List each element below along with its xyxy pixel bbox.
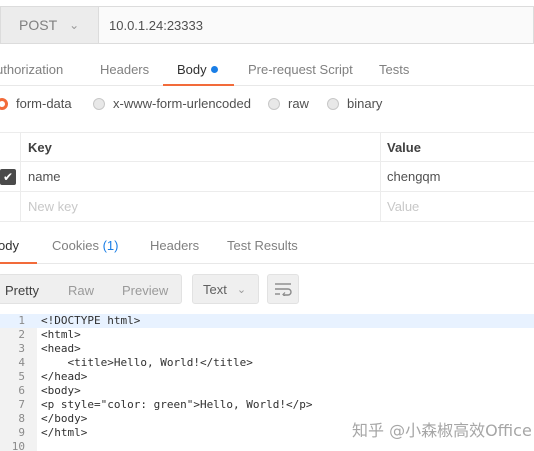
- tab-authorization[interactable]: uthorization: [0, 62, 63, 77]
- response-tabs: ody Cookies (1) Headers Test Results: [0, 224, 534, 264]
- column-value: Value: [387, 140, 421, 155]
- cookie-count: (1): [102, 238, 119, 253]
- value-cell[interactable]: chengqm: [387, 169, 440, 184]
- chevron-down-icon: ⌄: [236, 283, 247, 296]
- tab-pre-request-script[interactable]: Pre-request Script: [248, 62, 353, 77]
- url-value: 10.0.1.24:23333: [109, 17, 203, 33]
- mode-x-www-form-urlencoded[interactable]: x-www-form-urlencoded: [93, 96, 251, 111]
- chevron-down-icon: ⌄: [69, 18, 80, 32]
- format-select[interactable]: Text ⌄: [192, 274, 259, 304]
- key-cell[interactable]: name: [28, 169, 61, 184]
- view-pretty[interactable]: Pretty: [5, 283, 39, 298]
- wrap-lines-button[interactable]: [267, 274, 299, 304]
- mode-form-data[interactable]: form-data: [0, 96, 72, 111]
- code-line: 3 <head>: [18, 342, 81, 355]
- body-mode-options: form-data x-www-form-urlencoded raw bina…: [0, 96, 534, 116]
- new-value-input[interactable]: Value: [387, 199, 419, 214]
- code-line: 4 <title>Hello, World!</title>: [18, 356, 253, 369]
- new-key-input[interactable]: New key: [28, 199, 78, 214]
- table-row-new: New key Value: [0, 192, 534, 222]
- code-line: 1 <!DOCTYPE html>: [0, 314, 534, 328]
- code-line: 2 <html>: [18, 328, 81, 341]
- radio-selected-icon[interactable]: [0, 97, 8, 110]
- mode-binary[interactable]: binary: [327, 96, 382, 111]
- radio-icon[interactable]: [268, 97, 280, 110]
- watermark-text: 知乎 @小森椒高效Office: [352, 421, 532, 440]
- table-header: Key Value: [0, 132, 534, 163]
- response-toolbar: Pretty Raw Preview Text ⌄: [0, 274, 534, 304]
- view-raw[interactable]: Raw: [68, 283, 94, 298]
- format-label: Text: [203, 281, 227, 297]
- tab-headers[interactable]: Headers: [100, 62, 149, 77]
- mode-raw[interactable]: raw: [268, 96, 309, 111]
- code-line: 10: [11, 440, 25, 451]
- table-row: ✔ name chengqm: [0, 162, 534, 192]
- method-select[interactable]: POST ⌄: [0, 6, 99, 44]
- view-mode-group: Pretty Raw Preview: [0, 274, 182, 304]
- tab-tests[interactable]: Tests: [379, 62, 409, 77]
- tab-response-body[interactable]: ody: [0, 238, 19, 253]
- method-label: POST: [19, 17, 58, 33]
- code-line: 7 <p style="color: green">Hello, World!</…: [18, 398, 313, 411]
- view-preview[interactable]: Preview: [122, 283, 168, 298]
- tab-body[interactable]: Body: [177, 62, 218, 77]
- tab-test-results[interactable]: Test Results: [227, 238, 298, 253]
- tab-response-headers[interactable]: Headers: [150, 238, 199, 253]
- code-line: 5 </head>: [18, 370, 88, 383]
- active-tab-indicator: [163, 84, 234, 86]
- radio-icon[interactable]: [93, 97, 105, 110]
- code-line: 6 <body>: [18, 384, 81, 397]
- checkbox-checked-icon[interactable]: ✔: [0, 169, 16, 185]
- modified-dot-icon: [210, 66, 218, 73]
- radio-icon[interactable]: [327, 97, 339, 110]
- form-data-table: Key Value ✔ name chengqm New key Value: [0, 132, 534, 222]
- column-key: Key: [28, 140, 52, 155]
- tab-cookies[interactable]: Cookies (1): [52, 238, 118, 253]
- url-input[interactable]: 10.0.1.24:23333: [99, 6, 534, 44]
- url-bar: POST ⌄ 10.0.1.24:23333: [0, 6, 534, 44]
- active-tab-indicator: [0, 262, 37, 264]
- wrap-lines-icon: [275, 283, 292, 296]
- request-tabs: uthorization Headers Body Pre-request Sc…: [0, 54, 534, 86]
